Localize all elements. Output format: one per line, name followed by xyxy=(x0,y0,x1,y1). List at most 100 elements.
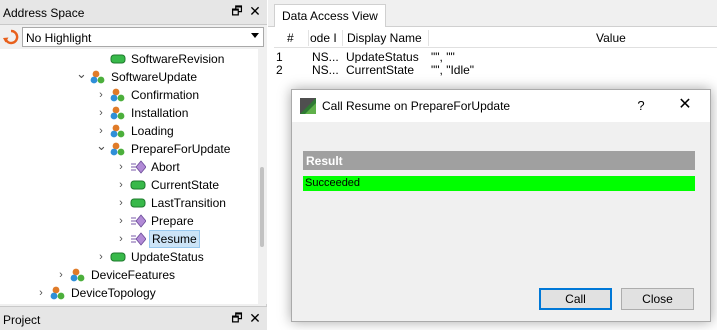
object-icon xyxy=(110,142,125,156)
close-icon[interactable]: ✕ xyxy=(676,96,694,114)
cell-display-name: UpdateStatus xyxy=(346,51,419,63)
tree-item-label: Prepare xyxy=(151,214,194,228)
tree-item-label: Resume xyxy=(149,230,200,248)
tree-item-label: UpdateStatus xyxy=(131,250,204,264)
grid-header: # ode I Display Name Value xyxy=(274,28,717,48)
tree-item-prepare[interactable]: › Prepare xyxy=(0,212,258,230)
project-title: Project xyxy=(3,313,41,327)
tree-item-devicefeatures[interactable]: › DeviceFeatures xyxy=(0,266,258,284)
chevron-right-icon[interactable]: › xyxy=(116,161,126,173)
tree-scrollbar[interactable] xyxy=(258,49,267,304)
object-icon xyxy=(90,70,105,84)
object-icon xyxy=(70,268,85,282)
dock-window-icon[interactable]: 🗗 xyxy=(229,3,245,19)
cell-number: 1 xyxy=(276,51,283,63)
dialog-title: Call Resume on PrepareForUpdate xyxy=(322,99,511,113)
method-icon xyxy=(131,160,146,174)
tree-item-prepareforupdate[interactable]: ⌄ PrepareForUpdate xyxy=(0,139,258,158)
table-row[interactable]: 1 NS... UpdateStatus "", "" xyxy=(274,51,717,63)
tab-data-access-view[interactable]: Data Access View xyxy=(274,4,386,27)
tree-item-resume[interactable]: › Resume xyxy=(0,230,258,248)
method-icon xyxy=(131,232,146,246)
cell-value: "", "" xyxy=(431,51,455,63)
call-method-dialog: Call Resume on PrepareForUpdate ? ✕ Resu… xyxy=(291,89,711,322)
cell-number: 2 xyxy=(276,64,283,76)
tree-item-updatestatus[interactable]: › UpdateStatus xyxy=(0,248,258,266)
chevron-down-icon[interactable]: ⌄ xyxy=(76,67,87,80)
chevron-right-icon[interactable]: › xyxy=(96,125,106,137)
address-space-tree: SoftwareRevision ⌄ SoftwareUpdate › Confirma… xyxy=(0,49,258,304)
tree-item-label: SoftwareRevision xyxy=(131,52,225,66)
highlight-select-value: No Highlight xyxy=(26,31,92,45)
tree-item-label: Loading xyxy=(131,124,174,138)
tree-item-currentstate[interactable]: › CurrentState xyxy=(0,176,258,194)
chevron-right-icon[interactable]: › xyxy=(96,251,106,263)
refresh-icon[interactable] xyxy=(3,29,19,45)
tree-item-softwarerevision[interactable]: SoftwareRevision xyxy=(0,50,258,68)
column-header-value[interactable]: Value xyxy=(596,31,636,45)
tree-item-devicetopology[interactable]: › DeviceTopology xyxy=(0,284,258,302)
chevron-right-icon[interactable]: › xyxy=(36,287,46,299)
chevron-right-icon[interactable]: › xyxy=(96,107,106,119)
tree-scrollbar-thumb[interactable] xyxy=(260,167,264,247)
table-row[interactable]: 2 NS... CurrentState "", "Idle" xyxy=(274,64,717,76)
object-icon xyxy=(110,88,125,102)
tree-item-loading[interactable]: › Loading xyxy=(0,122,258,140)
tree-item-label: SoftwareUpdate xyxy=(111,70,198,84)
address-space-toolbar: No Highlight xyxy=(0,25,267,49)
tree-item-label: Installation xyxy=(131,106,189,120)
highlight-select[interactable]: No Highlight xyxy=(22,27,264,47)
tree-item-softwareupdate[interactable]: ⌄ SoftwareUpdate xyxy=(0,67,258,86)
tree-item-label: Confirmation xyxy=(131,88,200,102)
variable-icon xyxy=(110,252,126,262)
object-icon xyxy=(50,286,65,300)
call-button[interactable]: Call xyxy=(539,288,612,310)
variable-icon xyxy=(130,198,146,208)
variable-icon xyxy=(110,54,126,64)
tree-item-label: LastTransition xyxy=(151,196,226,210)
cell-node-id: NS... xyxy=(312,64,339,76)
dialog-titlebar: Call Resume on PrepareForUpdate ? ✕ xyxy=(292,90,710,122)
cell-node-id: NS... xyxy=(312,51,339,63)
result-value: Succeeded xyxy=(305,177,361,189)
tree-item-label: DeviceFeatures xyxy=(91,268,176,282)
chevron-right-icon[interactable]: › xyxy=(116,233,126,245)
object-icon xyxy=(110,124,125,138)
chevron-right-icon[interactable]: › xyxy=(116,215,126,227)
tree-item-label: Abort xyxy=(151,160,180,174)
method-icon xyxy=(131,214,146,228)
chevron-right-icon[interactable]: › xyxy=(116,179,126,191)
tab-strip: Data Access View xyxy=(268,0,717,27)
column-header-node-id[interactable]: ode I xyxy=(310,31,342,45)
tree-item-installation[interactable]: › Installation xyxy=(0,104,258,122)
tree-item-abort[interactable]: › Abort xyxy=(0,158,258,176)
object-icon xyxy=(110,106,125,120)
result-header-label: Result xyxy=(306,154,343,168)
address-space-panel: Address Space 🗗 ✕ No Highlight SoftwareR… xyxy=(0,0,267,330)
dock-window-icon[interactable]: 🗗 xyxy=(229,310,245,326)
tree-item-label: PrepareForUpdate xyxy=(131,142,231,156)
chevron-down-icon[interactable]: ⌄ xyxy=(96,139,107,152)
variable-icon xyxy=(130,180,146,190)
chevron-right-icon[interactable]: › xyxy=(96,89,106,101)
chevron-right-icon[interactable]: › xyxy=(116,197,126,209)
app-icon xyxy=(300,98,316,114)
tree-item-confirmation[interactable]: › Confirmation xyxy=(0,86,258,104)
help-button[interactable]: ? xyxy=(633,97,649,115)
tree-item-label: DeviceTopology xyxy=(71,286,156,300)
close-icon[interactable]: ✕ xyxy=(247,3,263,19)
result-row: Succeeded xyxy=(303,176,695,191)
close-icon[interactable]: ✕ xyxy=(247,310,263,326)
result-header: Result xyxy=(303,151,695,170)
close-button[interactable]: Close xyxy=(621,288,694,310)
column-header-display-name[interactable]: Display Name xyxy=(347,31,431,45)
project-panel-header: Project 🗗 ✕ xyxy=(0,306,267,330)
chevron-right-icon[interactable]: › xyxy=(56,269,66,281)
tree-item-lasttransition[interactable]: › LastTransition xyxy=(0,194,258,212)
tree-item-label: CurrentState xyxy=(151,178,220,192)
cell-value: "", "Idle" xyxy=(431,64,475,76)
chevron-down-icon xyxy=(251,33,259,38)
address-space-title: Address Space xyxy=(3,6,85,20)
column-header-number[interactable]: # xyxy=(287,31,297,45)
cell-display-name: CurrentState xyxy=(346,64,415,76)
